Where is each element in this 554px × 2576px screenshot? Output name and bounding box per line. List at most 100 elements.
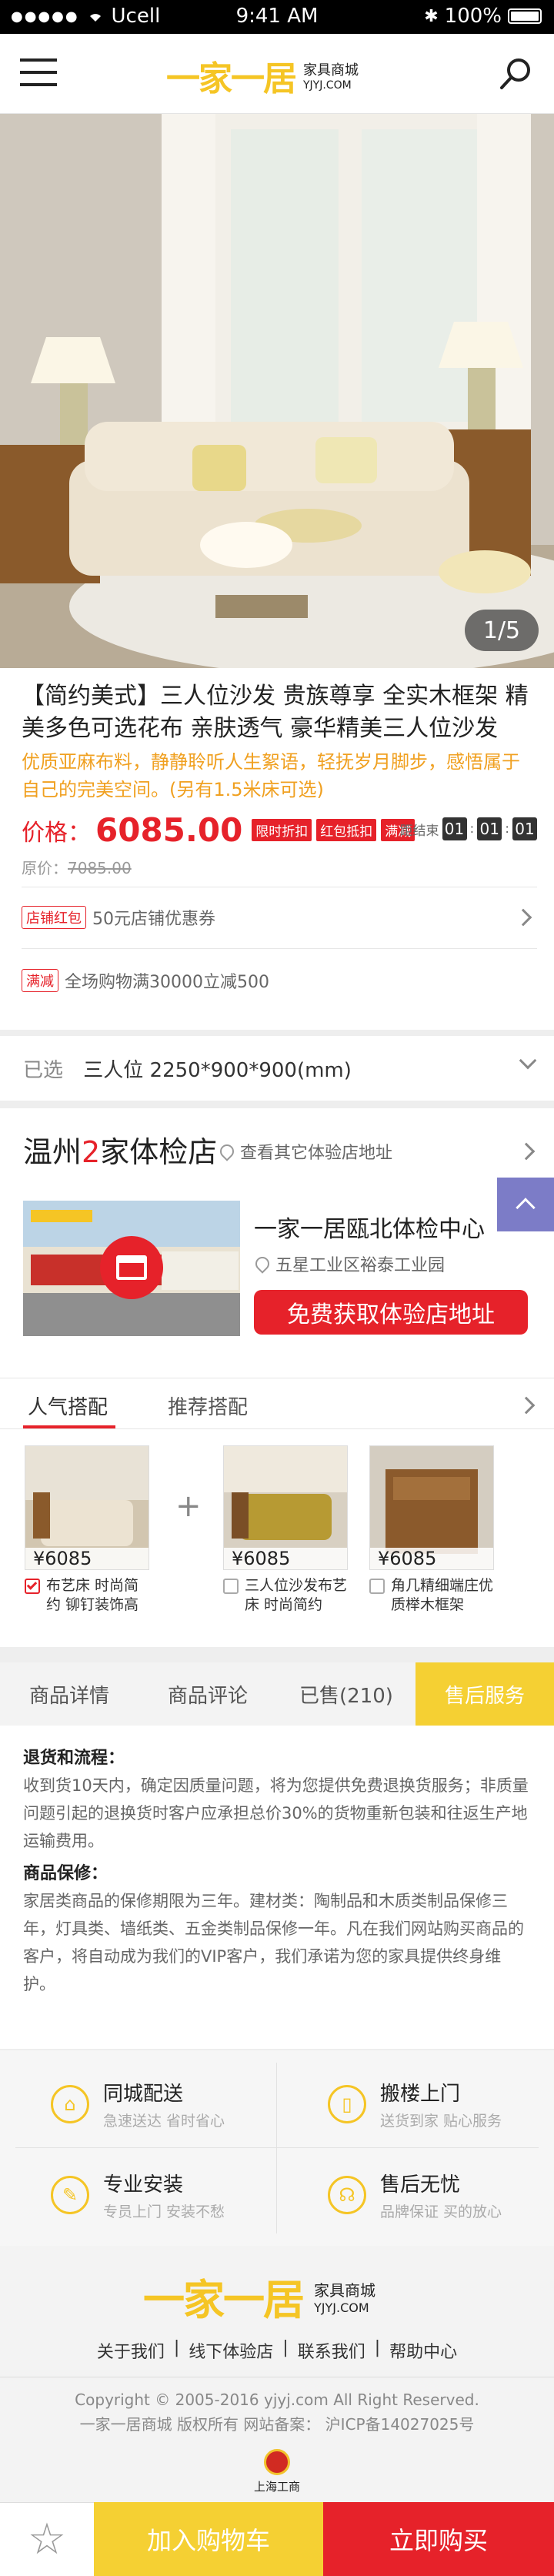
- chevron-down-icon: [519, 1051, 537, 1070]
- gov-badge-label: 上海工商: [253, 2480, 300, 2494]
- checkbox-checked-icon[interactable]: [25, 1579, 40, 1594]
- service-aftersales-title: 售后无忧: [380, 2173, 461, 2197]
- promo-row-fullcut: 满减 全场购物满30000立减500: [22, 964, 269, 997]
- policy-text-warranty: 家居类商品的保修期限为三年。建材类：陶制品和木质类制品保修三年，灯具类、墙纸类、…: [23, 1892, 524, 1993]
- tab-recommended[interactable]: 推荐搭配: [168, 1392, 248, 1420]
- after-sales-policy: 退货和流程： 收到货10天内，确定因质量问题，将为您提供免费退换货服务；非质量问…: [0, 1726, 554, 2049]
- promo-text-coupon: 50元店铺优惠券: [92, 910, 215, 929]
- bluetooth-icon: ✱: [424, 6, 439, 26]
- service-install-sub: 专员上门 安装不愁: [103, 2203, 225, 2220]
- plus-icon: +: [175, 1488, 202, 1524]
- footer-brand-name: 家具商城: [314, 2280, 375, 2300]
- divider: [0, 1428, 554, 1429]
- original-label: 原价：: [22, 859, 68, 877]
- service-aftersales-sub: 品牌保证 买的放心: [380, 2203, 502, 2220]
- product-photo: [0, 114, 554, 668]
- spec-value: 三人位 2250*900*900(mm): [83, 1059, 352, 1082]
- price-row: 价格： 6085.00 限时折扣 红包抵扣 满减: [22, 811, 419, 849]
- logo[interactable]: 一家一居 家具商城 YJYJ.COM: [166, 51, 359, 100]
- copyright: Copyright © 2005-2016 yjyj.com All Right…: [0, 2387, 554, 2437]
- promo-row-coupon[interactable]: 店铺红包 50元店铺优惠券: [22, 900, 537, 934]
- location-pin-icon: [252, 1254, 272, 1274]
- footer-link-about[interactable]: 关于我们: [97, 2338, 165, 2363]
- store-count: 2: [82, 1135, 101, 1169]
- battery-percent: 100%: [444, 5, 502, 28]
- menu-icon[interactable]: [20, 58, 57, 86]
- headset-icon: ☊: [328, 2176, 366, 2214]
- combo-item-2-row[interactable]: 三人位沙发布艺床 时尚简约: [223, 1576, 350, 1615]
- product-title: 【简约美式】三人位沙发 贵族尊享 全实木框架 精美多色可选花布 亲肤透气 豪华精…: [22, 683, 529, 742]
- store-title: 温州2家体检店: [23, 1128, 217, 1171]
- countdown-minutes: 01: [477, 817, 502, 840]
- wrench-icon: ✎: [51, 2176, 89, 2214]
- chevron-up-icon: [516, 1198, 536, 1218]
- product-gallery[interactable]: 1/5: [0, 114, 554, 668]
- service-upstairs: ▯ 搬楼上门 送货到家 贴心服务: [328, 2078, 502, 2130]
- tab-popular[interactable]: 人气搭配: [28, 1392, 108, 1420]
- spec-row: 已选 三人位 2250*900*900(mm): [23, 1054, 352, 1083]
- policy-heading-returns: 退货和流程：: [23, 1749, 125, 1768]
- combo-item-3-row[interactable]: 角几精细端庄优质榉木框架: [369, 1576, 500, 1615]
- store-address-row: 五星工业区裕泰工业园: [252, 1251, 446, 1276]
- combo-item-3-image[interactable]: ¥6085: [369, 1445, 494, 1570]
- gov-badge[interactable]: 上海工商: [248, 2449, 306, 2494]
- tab-reviews[interactable]: 商品评论: [138, 1662, 277, 1726]
- footer-logo-text: 一家一居: [143, 2276, 305, 2324]
- policy-heading-warranty: 商品保修：: [23, 1864, 108, 1883]
- battery-icon: [508, 8, 542, 24]
- store-suffix: 家体检店: [100, 1135, 218, 1169]
- promo-tag-coupon: 店铺红包: [22, 906, 86, 929]
- store-city: 温州: [23, 1135, 82, 1169]
- detail-tabs: 商品详情 商品评论 已售(210) 售后服务: [0, 1662, 554, 1726]
- tab-after-sales[interactable]: 售后服务: [416, 1662, 554, 1726]
- footer-link-help[interactable]: 帮助中心: [389, 2338, 457, 2363]
- price-label: 价格：: [22, 819, 91, 847]
- combo-item-1-price: ¥6085: [25, 1548, 149, 1569]
- countdown-label: 距结束: [399, 823, 439, 839]
- policy-text-returns: 收到货10天内，确定因质量问题，将为您提供免费退换货服务；非质量问题引起的退换货…: [23, 1776, 529, 1850]
- search-icon[interactable]: [497, 55, 534, 92]
- combo-item-1-image[interactable]: ¥6085: [25, 1445, 149, 1570]
- checkbox-icon[interactable]: [223, 1579, 239, 1594]
- service-install: ✎ 专业安装 专员上门 安装不愁: [51, 2169, 225, 2221]
- combo-item-3-price: ¥6085: [370, 1548, 493, 1569]
- footer-logo: 一家一居 家具商城 YJYJ.COM: [143, 2266, 375, 2327]
- store-address: 五星工业区裕泰工业园: [275, 1256, 446, 1275]
- chevron-right-icon: [514, 908, 532, 927]
- status-bar: ●●●●● Ucell 9:41 AM ✱ 100%: [0, 0, 554, 34]
- icp-text: 一家一居商城 版权所有 网站备案： 沪ICP备14027025号: [79, 2415, 475, 2434]
- buy-now-button[interactable]: 立即购买: [323, 2502, 554, 2576]
- original-price-row: 原价：7085.00: [22, 856, 132, 878]
- store-icon: [100, 1236, 163, 1299]
- service-upstairs-sub: 送货到家 贴心服务: [380, 2113, 502, 2130]
- store-photo: [23, 1201, 240, 1336]
- spec-selector[interactable]: 已选 三人位 2250*900*900(mm): [0, 1036, 554, 1101]
- add-to-cart-button[interactable]: 加入购物车: [94, 2502, 323, 2576]
- service-delivery-sub: 急速送达 省时省心: [103, 2113, 225, 2130]
- phone-icon: ▯: [328, 2085, 366, 2123]
- get-store-address-button[interactable]: 免费获取体验店地址: [254, 1290, 528, 1335]
- divider: [22, 948, 537, 949]
- gallery-pager: 1/5: [465, 610, 539, 651]
- tag-redpacket: 红包抵扣: [316, 819, 377, 841]
- favorite-button[interactable]: ☆: [0, 2502, 94, 2576]
- combo-item-2-price: ¥6085: [224, 1548, 347, 1569]
- combo-item-2-image[interactable]: ¥6085: [223, 1445, 348, 1570]
- emblem-icon: [264, 2449, 290, 2475]
- countdown-hours: 01: [442, 817, 467, 840]
- footer-link-contact[interactable]: 联系我们: [298, 2338, 365, 2363]
- tab-details[interactable]: 商品详情: [0, 1662, 138, 1726]
- footer-link-stores[interactable]: 线下体验店: [189, 2338, 273, 2363]
- header: 一家一居 家具商城 YJYJ.COM: [0, 34, 554, 114]
- tab-sold[interactable]: 已售(210): [277, 1662, 416, 1726]
- brand-name: 家具商城: [303, 62, 359, 79]
- back-to-top-button[interactable]: [497, 1178, 554, 1231]
- checkbox-icon[interactable]: [369, 1579, 385, 1594]
- other-stores-link[interactable]: 查看其它体验店地址: [217, 1139, 392, 1164]
- services-divider-v: [276, 2063, 277, 2234]
- status-right: ✱ 100%: [424, 5, 542, 28]
- combo-item-1-row[interactable]: 布艺床 时尚简约 铆钉装饰高: [25, 1576, 152, 1615]
- house-icon: ⌂: [51, 2085, 89, 2123]
- promo-text-fullcut: 全场购物满30000立减500: [65, 973, 269, 992]
- bottom-action-bar: ☆ 加入购物车 立即购买: [0, 2502, 554, 2576]
